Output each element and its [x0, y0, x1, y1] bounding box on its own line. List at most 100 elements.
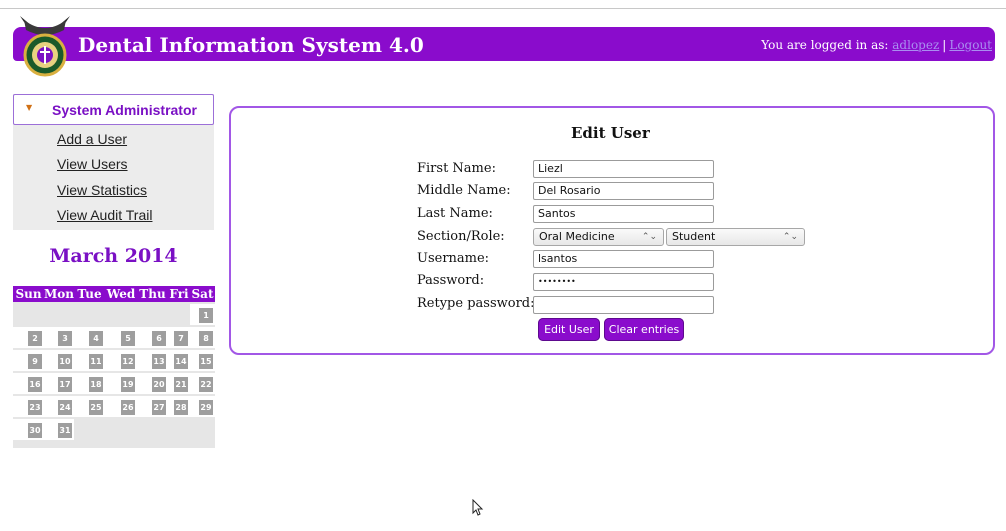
calendar-day-number: 16 — [28, 377, 42, 392]
calendar-day[interactable]: 20 — [137, 373, 168, 394]
calendar-day-number: 4 — [89, 331, 103, 346]
calendar-day[interactable]: 5 — [105, 327, 137, 348]
calendar-weekday-header: Thu — [137, 286, 168, 302]
calendar-day[interactable]: 21 — [168, 373, 190, 394]
app-title: Dental Information System 4.0 — [78, 33, 424, 57]
role-select-value: Student — [672, 230, 716, 243]
calendar-day[interactable]: 28 — [168, 396, 190, 417]
edit-user-button[interactable]: Edit User — [538, 318, 600, 341]
calendar-day[interactable]: 9 — [13, 350, 44, 371]
admin-menu: ▼ System Administrator Add a User View U… — [13, 94, 214, 230]
form-title: Edit User — [571, 124, 650, 142]
calendar-day[interactable]: 7 — [168, 327, 190, 348]
menu-item-view-statistics[interactable]: View Statistics — [57, 182, 147, 198]
menu-section-header[interactable]: ▼ System Administrator — [13, 94, 214, 125]
current-user-link[interactable]: adlopez — [892, 38, 939, 52]
calendar-day-number: 28 — [174, 400, 188, 415]
last-name-label: Last Name: — [417, 206, 493, 221]
calendar-day[interactable]: 14 — [168, 350, 190, 371]
school-seal-logo — [20, 16, 70, 77]
password-input[interactable]: •••••••• — [533, 273, 714, 291]
menu-item-view-audit-trail[interactable]: View Audit Trail — [57, 207, 152, 223]
calendar-day[interactable]: 11 — [74, 350, 105, 371]
calendar-day-number: 23 — [28, 400, 42, 415]
select-arrows-icon: ⌃⌄ — [641, 232, 657, 242]
calendar-day[interactable]: 24 — [44, 396, 74, 417]
last-name-input[interactable]: Santos — [533, 205, 714, 223]
calendar-day-number: 26 — [121, 400, 135, 415]
calendar-day-number: 11 — [89, 354, 103, 369]
section-select[interactable]: Oral Medicine ⌃⌄ — [533, 228, 664, 246]
calendar-weekday-header: Wed — [105, 286, 137, 302]
calendar-day-number: 24 — [58, 400, 72, 415]
calendar-day[interactable]: 13 — [137, 350, 168, 371]
calendar-day-number: 31 — [58, 423, 72, 438]
calendar-day[interactable]: 29 — [190, 396, 215, 417]
calendar-day-number: 15 — [199, 354, 213, 369]
menu-section-label: System Administrator — [52, 102, 197, 118]
role-select[interactable]: Student ⌃⌄ — [666, 228, 805, 246]
calendar-day[interactable]: 16 — [13, 373, 44, 394]
logged-in-label: You are logged in as: — [761, 38, 889, 52]
username-label: Username: — [417, 251, 490, 266]
calendar-day[interactable]: 8 — [190, 327, 215, 348]
section-role-label: Section/Role: — [417, 229, 505, 244]
calendar-day-number: 8 — [199, 331, 213, 346]
calendar-day[interactable]: 25 — [74, 396, 105, 417]
calendar-day[interactable]: 17 — [44, 373, 74, 394]
menu-item-view-users[interactable]: View Users — [57, 156, 128, 172]
calendar-day[interactable]: 15 — [190, 350, 215, 371]
calendar-day-number: 2 — [28, 331, 42, 346]
first-name-label: First Name: — [417, 161, 496, 176]
calendar-day-number: 5 — [121, 331, 135, 346]
calendar-day[interactable]: 12 — [105, 350, 137, 371]
username-input[interactable]: lsantos — [533, 250, 714, 268]
calendar-day-number: 29 — [199, 400, 213, 415]
calendar-day-number: 17 — [58, 377, 72, 392]
clear-entries-button[interactable]: Clear entries — [604, 318, 684, 341]
calendar-day[interactable]: 3 — [44, 327, 74, 348]
menu-item-add-user[interactable]: Add a User — [57, 131, 127, 147]
calendar-day[interactable]: 22 — [190, 373, 215, 394]
calendar-title: March 2014 — [49, 245, 178, 267]
middle-name-input[interactable]: Del Rosario — [533, 182, 714, 200]
calendar-day-number: 7 — [174, 331, 188, 346]
calendar-day[interactable]: 26 — [105, 396, 137, 417]
first-name-input[interactable]: Liezl — [533, 160, 714, 178]
section-select-value: Oral Medicine — [539, 230, 615, 243]
calendar-day-number: 19 — [121, 377, 135, 392]
calendar-day-number: 25 — [89, 400, 103, 415]
calendar-day[interactable]: 31 — [44, 419, 74, 440]
calendar-day[interactable]: 30 — [13, 419, 44, 440]
calendar-weekday-header: Sun — [13, 286, 44, 302]
calendar-day[interactable]: 6 — [137, 327, 168, 348]
calendar-day-number: 9 — [28, 354, 42, 369]
calendar-day-number: 10 — [58, 354, 72, 369]
expand-arrow-icon: ▼ — [26, 103, 33, 112]
logout-link[interactable]: Logout — [949, 38, 992, 52]
calendar-day[interactable]: 1 — [190, 304, 215, 325]
top-divider — [0, 8, 1006, 9]
password-label: Password: — [417, 273, 485, 288]
calendar-day-number: 13 — [152, 354, 166, 369]
calendar-weekday-header: Sat — [190, 286, 215, 302]
calendar-day-number: 3 — [58, 331, 72, 346]
retype-password-input[interactable] — [533, 296, 714, 314]
calendar-day-number: 21 — [174, 377, 188, 392]
calendar-weekday-header: Fri — [168, 286, 190, 302]
calendar-day[interactable]: 27 — [137, 396, 168, 417]
calendar-day[interactable]: 10 — [44, 350, 74, 371]
calendar-weekday-header: Mon — [44, 286, 75, 302]
middle-name-label: Middle Name: — [417, 183, 511, 198]
calendar-day[interactable]: 19 — [105, 373, 137, 394]
calendar-day-number: 6 — [152, 331, 166, 346]
calendar-weekday-header: Tue — [74, 286, 105, 302]
calendar-day[interactable]: 4 — [74, 327, 105, 348]
calendar-day[interactable]: 2 — [13, 327, 44, 348]
calendar: Sun Mon Tue Wed Thu Fri Sat 1 2 3 4 5 6 7 8 9 10 11 12 13 14… — [13, 286, 215, 448]
calendar-day[interactable]: 23 — [13, 396, 44, 417]
calendar-day-number: 22 — [199, 377, 213, 392]
mouse-cursor-icon — [472, 499, 484, 516]
calendar-day[interactable]: 18 — [74, 373, 105, 394]
calendar-day-number: 1 — [199, 308, 213, 323]
